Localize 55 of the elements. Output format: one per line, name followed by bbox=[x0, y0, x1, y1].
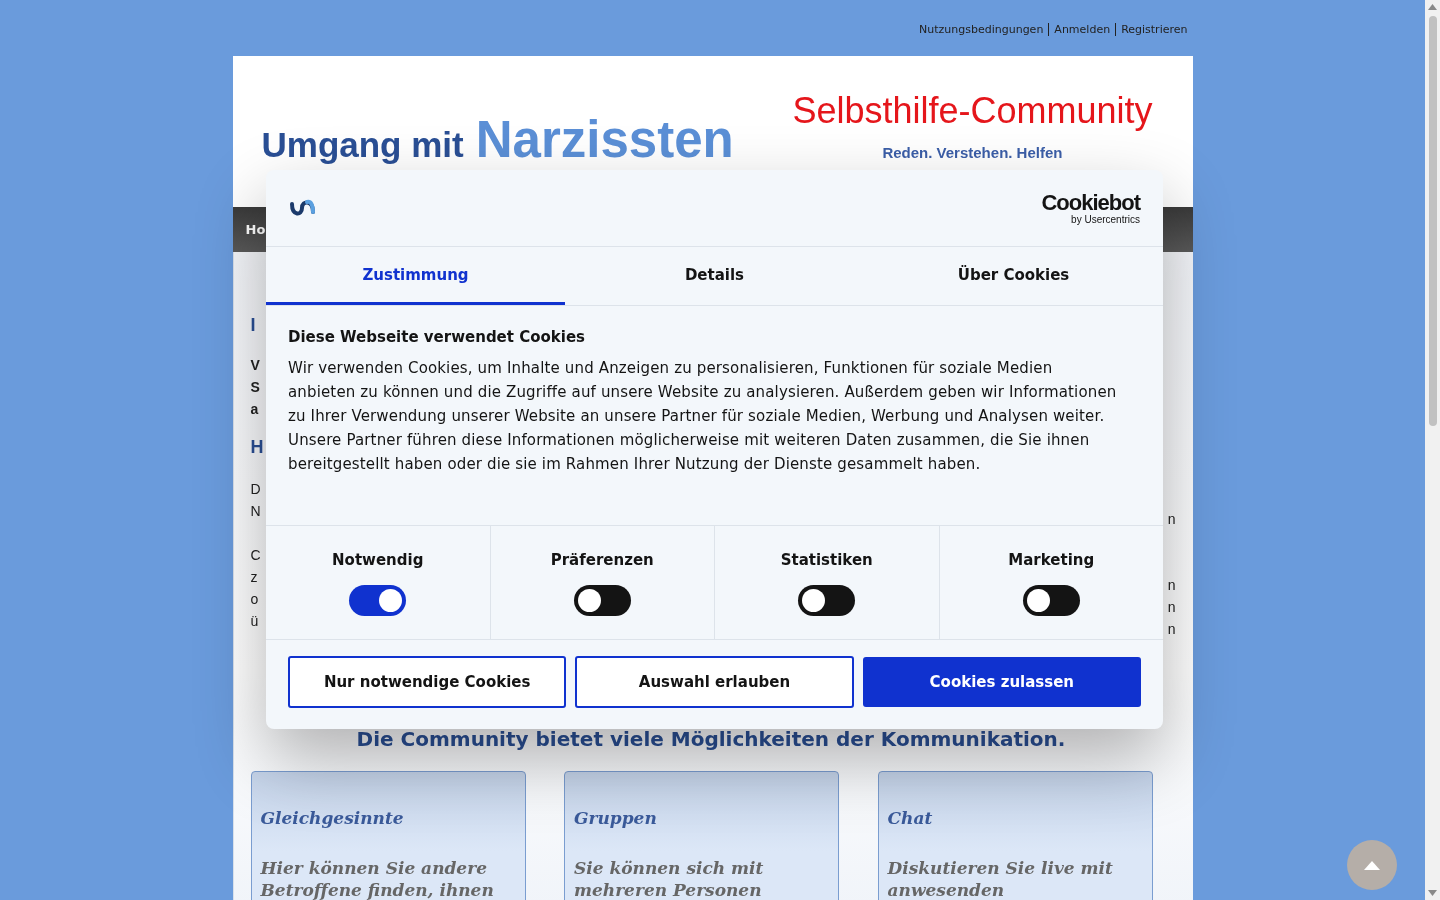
card-text: Hier können Sie andere Betroffene finden, ihnen bbox=[260, 857, 495, 900]
scroll-top-button[interactable] bbox=[1347, 840, 1397, 890]
top-link[interactable]: Anmelden bbox=[1049, 22, 1116, 36]
text-fragment: n bbox=[1167, 620, 1176, 639]
headline: Die Community bietet viele Möglichkeiten der Kommunikation. bbox=[355, 727, 1067, 753]
text-fragment: C bbox=[250, 546, 262, 565]
consent-button[interactable]: Nur notwendige Cookies bbox=[288, 656, 567, 708]
text-fragment: D bbox=[250, 480, 262, 499]
top-link[interactable]: Registrieren bbox=[1116, 22, 1193, 36]
heading-fragment: H bbox=[250, 436, 264, 459]
site-title-highlight: Narzissten bbox=[475, 111, 734, 168]
text-fragment: n bbox=[1167, 598, 1176, 617]
text-fragment: a bbox=[250, 400, 260, 419]
toggle-switch[interactable] bbox=[349, 585, 407, 616]
site-title: Umgang mit bbox=[261, 125, 464, 164]
scrollbar[interactable] bbox=[1425, 0, 1440, 900]
up-arrow-icon bbox=[1428, 4, 1437, 10]
text-fragment: S bbox=[250, 378, 261, 397]
card-text: Diskutieren Sie live mit anwesenden bbox=[887, 857, 1114, 900]
card-title: Gleichgesinnte bbox=[260, 808, 405, 828]
text-fragment: V bbox=[250, 356, 261, 375]
card-title: Chat bbox=[887, 808, 934, 828]
card-text: Sie können sich mit mehreren Personen bbox=[574, 857, 765, 900]
slogan: Reden. Verstehen. Helfen bbox=[881, 144, 1064, 161]
up-triangle-icon bbox=[1364, 860, 1380, 870]
community-title: Selbsthilfe-Community bbox=[792, 90, 1153, 132]
category-label: Notwendig bbox=[332, 551, 424, 569]
top-link[interactable]: Nutzungsbedingungen bbox=[914, 22, 1049, 36]
down-arrow-icon bbox=[1428, 890, 1437, 896]
toggle-switch[interactable] bbox=[1022, 585, 1080, 616]
dialog-text: Wir verwenden Cookies, um Inhalte und Anzeigen zu personalisieren, Funktionen für soziale Medien anbieten zu können und die Zugriffe auf unsere Website zu analysieren. Außerdem geben wir Informationen zu Ihrer Verwendung unserer Website an unsere Partner für soziale Medien, Werbung und Analysen weiter. Unsere Partner führen diese Informationen möglicherweise mit weiteren Daten zusammen, die Sie ihnen bereitgestellt haben oder die sie im Rahmen Ihrer Nutzung der Dienste gesammelt haben. bbox=[288, 358, 1118, 475]
text-fragment: n bbox=[1167, 576, 1176, 595]
text-fragment: n bbox=[1167, 510, 1176, 529]
brand-subtitle: by Usercentrics bbox=[1070, 213, 1140, 225]
dialog-tab[interactable]: Zustimmung bbox=[266, 247, 565, 305]
consent-button[interactable]: Auswahl erlauben bbox=[575, 656, 854, 708]
dialog-tab[interactable]: Details bbox=[565, 247, 864, 305]
heading-fragment: I bbox=[250, 314, 257, 337]
text-fragment: o bbox=[250, 590, 260, 609]
category-label: Statistiken bbox=[780, 551, 873, 569]
scrollbar-thumb[interactable] bbox=[1428, 16, 1437, 426]
dialog-tab[interactable]: Über Cookies bbox=[864, 247, 1163, 305]
text-fragment: N bbox=[250, 502, 262, 521]
nav-link[interactable]: Ho bbox=[245, 222, 266, 237]
category-label: Marketing bbox=[1008, 551, 1095, 569]
logo-icon bbox=[289, 198, 317, 218]
text-fragment: z bbox=[250, 568, 259, 587]
text-fragment: ü bbox=[250, 612, 260, 631]
toggle-switch[interactable] bbox=[573, 585, 631, 616]
category-label: Präferenzen bbox=[550, 551, 654, 569]
brand-logo: Cookiebot bbox=[1041, 191, 1140, 214]
toggle-switch[interactable] bbox=[798, 585, 856, 616]
consent-button[interactable]: Cookies zulassen bbox=[862, 657, 1141, 707]
dialog-title: Diese Webseite verwendet Cookies bbox=[288, 328, 587, 346]
card-title: Gruppen bbox=[574, 808, 658, 828]
